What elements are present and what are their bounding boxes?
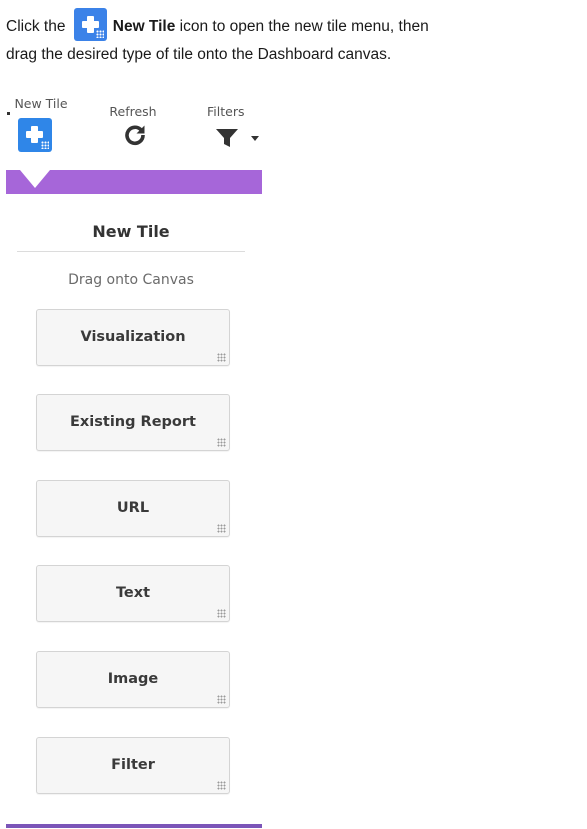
menu-title: New Tile (92, 222, 170, 241)
toolbar-filters[interactable]: Filters (207, 104, 263, 119)
chevron-down-icon (251, 136, 259, 141)
tile-filter[interactable]: Filter (36, 737, 230, 794)
drag-handle-icon (217, 609, 226, 618)
drag-handle-icon (217, 781, 226, 790)
tile-label: Visualization (80, 329, 186, 345)
new-tile-icon (73, 8, 107, 41)
instruction-text: Click the New Tile icon to open the new … (6, 8, 576, 68)
instruction-prefix: Click the (6, 18, 66, 35)
tile-label: Existing Report (70, 414, 196, 430)
menu-divider (17, 251, 245, 252)
drag-handle-icon (217, 353, 226, 362)
grip-dots-icon (41, 141, 49, 149)
drag-handle-icon (217, 524, 226, 533)
menu-subtitle: Drag onto Canvas (68, 272, 194, 288)
tile-label: Filter (111, 757, 155, 773)
tile-url[interactable]: URL (36, 480, 230, 537)
caret-marker (7, 112, 10, 115)
tile-label: Image (107, 671, 159, 687)
tile-label: URL (116, 500, 150, 516)
refresh-icon[interactable] (124, 124, 146, 146)
tile-image[interactable]: Image (36, 651, 230, 708)
instruction-line2: drag the desired type of tile onto the D… (6, 46, 392, 63)
toolbar-refresh[interactable]: Refresh (103, 104, 163, 119)
tile-visualization[interactable]: Visualization (36, 309, 230, 366)
tile-existing-report[interactable]: Existing Report (36, 394, 230, 451)
instruction-bold-label: New Tile (112, 18, 176, 35)
toolbar-new-tile-label: New Tile (14, 96, 68, 111)
tile-text[interactable]: Text (36, 565, 230, 622)
instruction-suffix: icon to open the new tile menu, then (175, 18, 429, 35)
toolbar-new-tile[interactable]: New Tile (12, 96, 70, 111)
toolbar-filters-label: Filters (207, 104, 245, 119)
drag-handle-icon (217, 438, 226, 447)
toolbar-refresh-label: Refresh (109, 104, 157, 119)
new-tile-button[interactable] (18, 118, 52, 152)
menu-pointer (20, 170, 50, 188)
menu-bottom-border (6, 824, 262, 828)
filter-icon[interactable] (216, 128, 260, 148)
tile-label: Text (115, 585, 151, 601)
drag-handle-icon (217, 695, 226, 704)
